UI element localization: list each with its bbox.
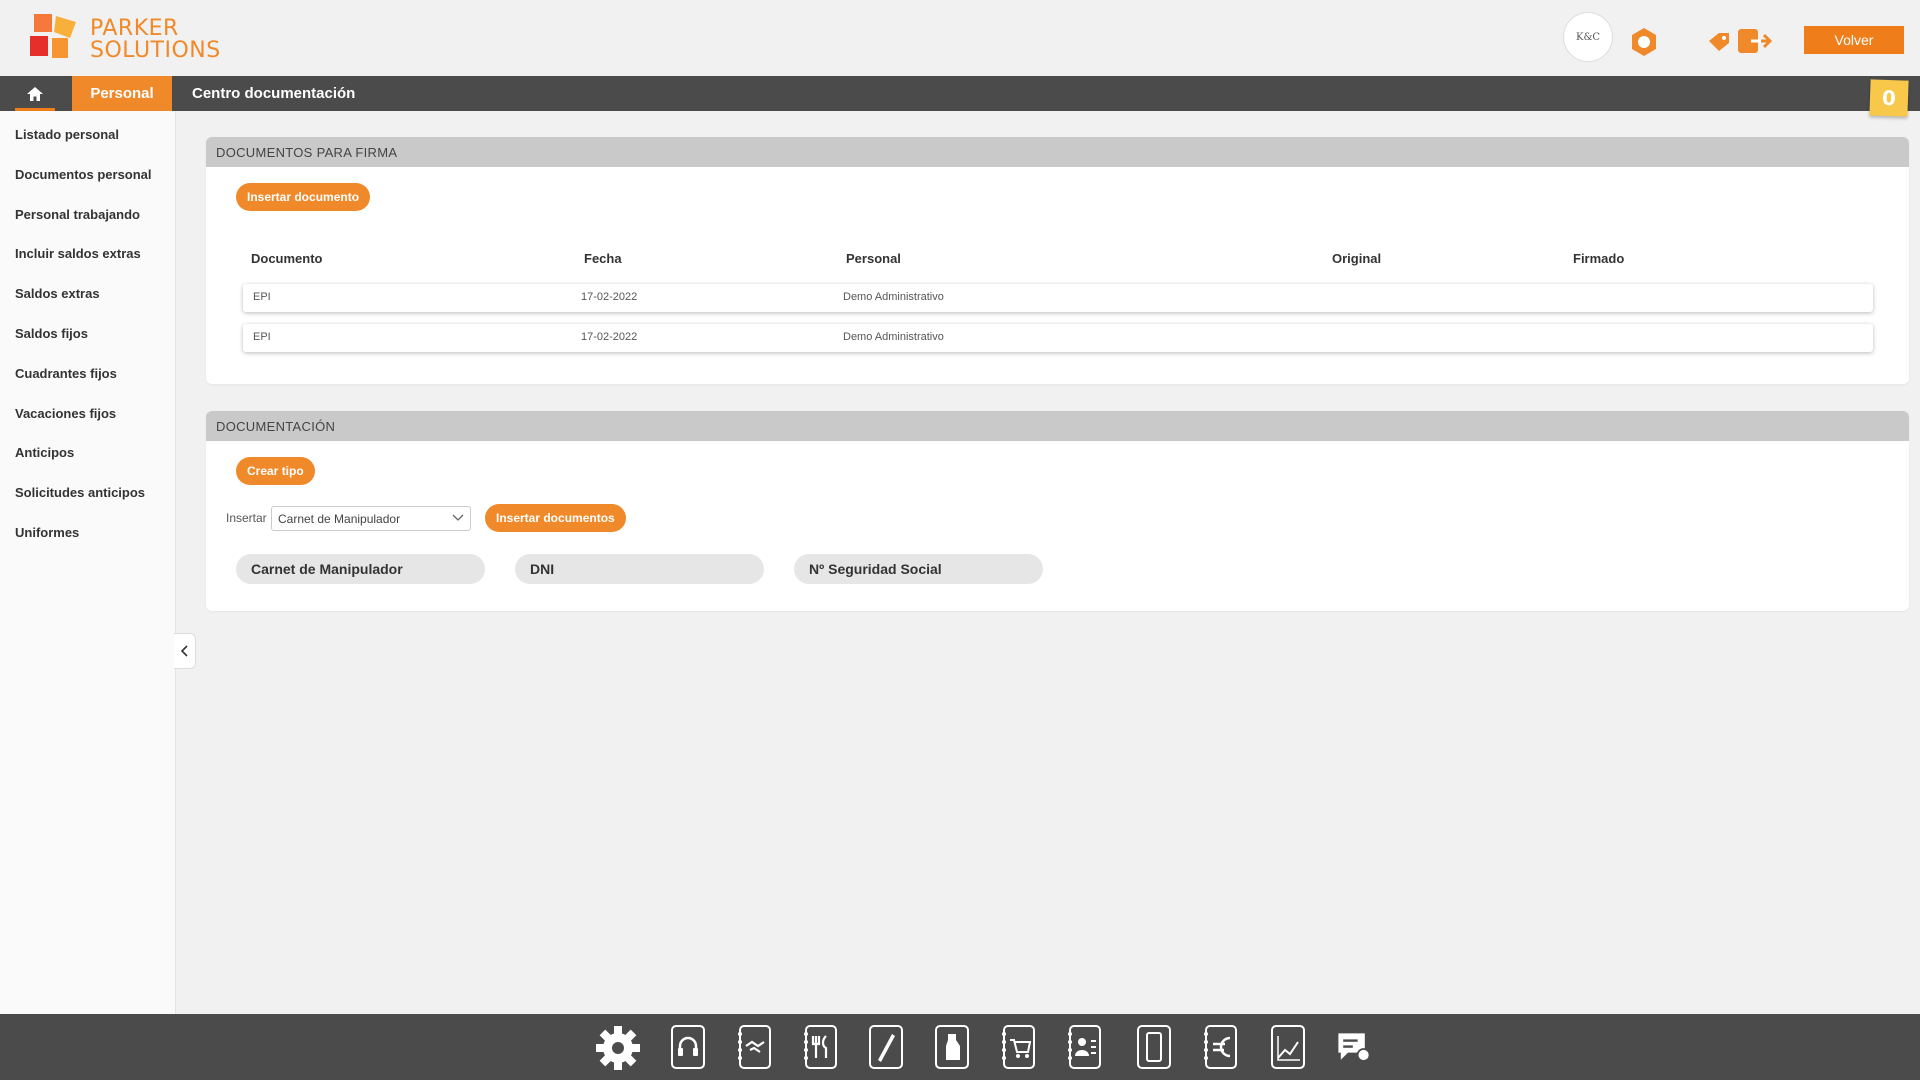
restaurant-icon[interactable] [802,1024,838,1070]
cell-fecha: 17-02-2022 [581,291,638,303]
sidebar-item-documentos-personal[interactable]: Documentos personal [15,167,152,182]
notes-counter-badge[interactable]: 0 [1869,79,1909,117]
top-nav: Personal Centro documentación [0,76,1920,111]
column-header-firmado[interactable]: Firmado [1573,251,1624,266]
volver-button[interactable]: Volver [1804,26,1904,54]
panel-title-firma: DOCUMENTOS PARA FIRMA [206,137,1909,167]
cleaning-icon[interactable] [934,1024,970,1070]
hexagon-icon[interactable] [1630,27,1658,57]
logo-mark-icon [30,14,76,58]
tag-icon[interactable] [1707,31,1731,53]
company-avatar[interactable]: K&C [1563,12,1613,62]
chevron-down-icon [452,514,464,521]
sidebar-item-vacaciones-fijos[interactable]: Vacaciones fijos [15,406,116,421]
mobile-icon[interactable] [1136,1024,1172,1070]
chat-user-icon[interactable] [1336,1026,1372,1072]
chart-icon[interactable] [1270,1024,1306,1070]
app-header: PARKER SOLUTIONS K&C Volver [0,0,1920,76]
column-header-fecha[interactable]: Fecha [584,251,622,266]
sidebar-item-solicitudes-anticipos[interactable]: Solicitudes anticipos [15,485,145,500]
column-header-original[interactable]: Original [1332,251,1381,266]
cell-fecha: 17-02-2022 [581,331,638,343]
parker-solutions-logo[interactable]: PARKER SOLUTIONS [30,14,230,64]
avatar-text: K&C [1575,31,1601,43]
sidebar-item-saldos-extras[interactable]: Saldos extras [15,286,100,301]
page-title: Centro documentación [192,85,356,102]
crear-tipo-button[interactable]: Crear tipo [236,457,315,485]
logout-icon[interactable] [1737,28,1773,54]
chevron-left-icon [180,645,188,657]
tab-personal[interactable]: Personal [72,76,172,111]
home-tab[interactable] [0,76,70,111]
brand-line-1: PARKER [90,16,179,41]
sidebar-collapse-button[interactable] [174,633,196,669]
sidebar-item-anticipos[interactable]: Anticipos [15,445,74,460]
settings-icon[interactable] [592,1022,644,1074]
table-row[interactable]: EPI 17-02-2022 Demo Administrativo [243,324,1873,352]
sidebar: Listado personal Documentos personal Per… [0,111,176,1014]
brand-line-2: SOLUTIONS [90,38,221,63]
select-value: Carnet de Manipulador [278,511,401,526]
sidebar-item-cuadrantes-fijos[interactable]: Cuadrantes fijos [15,366,117,381]
brand-name: PARKER SOLUTIONS [90,18,221,62]
cell-personal: Demo Administrativo [843,291,944,303]
handshake-icon[interactable] [736,1024,772,1070]
document-type-select[interactable]: Carnet de Manipulador [271,506,471,531]
cell-personal: Demo Administrativo [843,331,944,343]
home-icon [27,86,43,101]
contacts-icon[interactable] [1066,1024,1102,1070]
sidebar-item-saldos-fijos[interactable]: Saldos fijos [15,326,88,341]
headset-icon[interactable] [670,1024,706,1070]
document-type-carnet[interactable]: Carnet de Manipulador [236,554,485,584]
panel-title-documentacion: DOCUMENTACIÓN [206,411,1909,441]
sidebar-item-personal-trabajando[interactable]: Personal trabajando [15,207,140,222]
insertar-documentos-button[interactable]: Insertar documentos [485,504,626,532]
cell-documento: EPI [253,331,271,343]
column-header-documento[interactable]: Documento [251,251,323,266]
sidebar-item-uniformes[interactable]: Uniformes [15,525,79,540]
sidebar-item-incluir-saldos-extras[interactable]: Incluir saldos extras [15,246,141,261]
insertar-documento-button[interactable]: Insertar documento [236,183,371,211]
euro-icon[interactable] [1202,1024,1238,1070]
bottom-app-bar [0,1014,1920,1080]
sidebar-item-listado-personal[interactable]: Listado personal [15,127,119,142]
table-row[interactable]: EPI 17-02-2022 Demo Administrativo [243,284,1873,312]
document-type-dni[interactable]: DNI [515,554,764,584]
column-header-personal[interactable]: Personal [846,251,901,266]
insertar-label: Insertar [226,511,267,525]
cart-icon[interactable] [1000,1024,1036,1070]
pen-icon[interactable] [868,1024,904,1070]
document-type-nss[interactable]: Nº Seguridad Social [794,554,1043,584]
cell-documento: EPI [253,291,271,303]
